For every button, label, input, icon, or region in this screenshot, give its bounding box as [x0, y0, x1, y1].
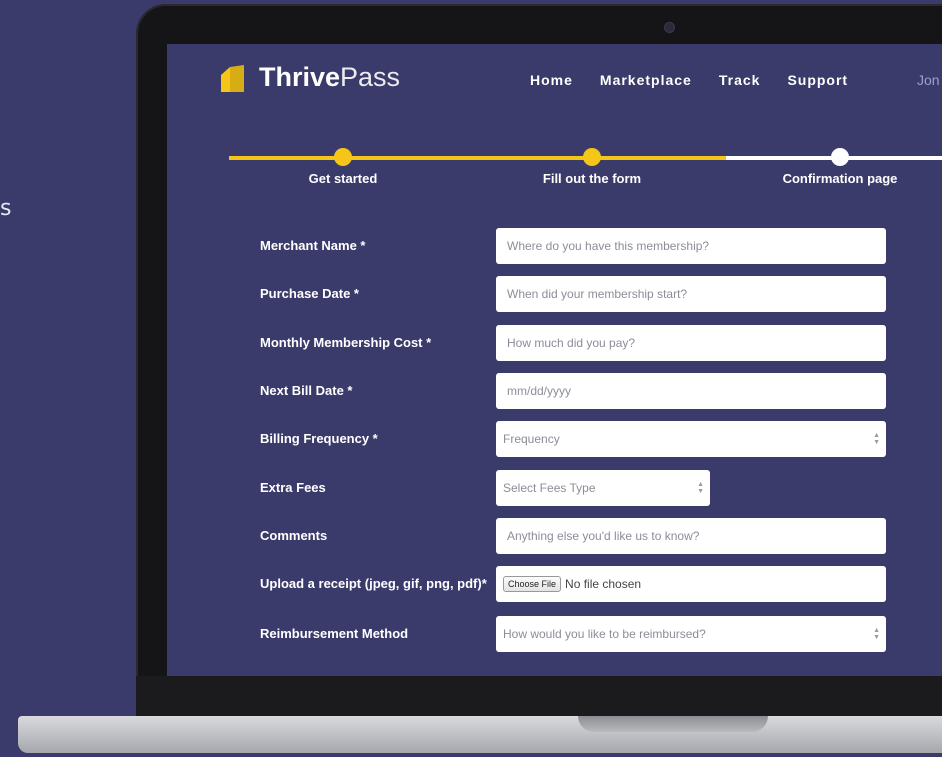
- select-arrows-icon: ▲ ▼: [873, 627, 880, 641]
- cropped-side-text: s: [0, 196, 12, 221]
- nav-support[interactable]: Support: [787, 72, 848, 88]
- merchant-label: Merchant Name *: [260, 238, 366, 253]
- user-menu[interactable]: Jon: [917, 72, 940, 88]
- form-row-purchase-date: Purchase Date * When did your membership…: [167, 276, 942, 312]
- step-dot-get-started: [334, 148, 352, 166]
- step-label-fill-form: Fill out the form: [542, 171, 642, 186]
- billing-frequency-value: Frequency: [503, 432, 560, 446]
- nav-home[interactable]: Home: [530, 72, 573, 88]
- receipt-file-input: Choose File No file chosen: [496, 566, 886, 602]
- purchase-date-label: Purchase Date *: [260, 286, 359, 301]
- main-nav: Home Marketplace Track Support: [530, 72, 875, 88]
- brand-logo[interactable]: Thrive Pass: [217, 62, 400, 93]
- reimbursement-value: How would you like to be reimbursed?: [503, 627, 706, 641]
- building-logo-icon: [221, 64, 244, 92]
- reimbursement-label: Reimbursement Method: [260, 626, 409, 641]
- nav-marketplace[interactable]: Marketplace: [600, 72, 692, 88]
- brand-name-light: Pass: [340, 62, 401, 92]
- billing-frequency-label: Billing Frequency *: [260, 431, 378, 446]
- brand-name-bold: Thrive: [259, 62, 341, 92]
- step-label-confirmation: Confirmation page: [782, 171, 898, 186]
- step-label-get-started: Get started: [308, 171, 378, 186]
- choose-file-button[interactable]: Choose File: [503, 576, 562, 592]
- step-dot-confirmation: [831, 148, 849, 166]
- comments-input[interactable]: Anything else you'd like us to know?: [496, 518, 886, 554]
- monthly-cost-label: Monthly Membership Cost *: [260, 335, 432, 350]
- merchant-name-input[interactable]: Where do you have this membership?: [496, 228, 886, 264]
- form-row-billing-frequency: Billing Frequency * Frequency ▲ ▼: [167, 421, 942, 457]
- extra-fees-value: Select Fees Type: [503, 481, 596, 495]
- next-bill-date-input[interactable]: mm/dd/yyyy: [496, 373, 886, 409]
- laptop-base: [18, 716, 942, 753]
- progress-line-complete: [229, 156, 726, 160]
- form-row-extra-fees: Extra Fees Select Fees Type ▲ ▼: [167, 470, 942, 506]
- camera-icon: [664, 22, 675, 33]
- laptop-screen: Thrive Pass Home Marketplace Track Suppo…: [167, 44, 942, 676]
- purchase-date-input[interactable]: When did your membership start?: [496, 276, 886, 312]
- form-row-reimbursement: Reimbursement Method How would you like …: [167, 616, 942, 652]
- receipt-label: Upload a receipt (jpeg, gif, png, pdf)*: [260, 576, 487, 591]
- select-arrows-icon: ▲ ▼: [873, 432, 880, 446]
- form-row-monthly-cost: Monthly Membership Cost * How much did y…: [167, 325, 942, 361]
- nav-track[interactable]: Track: [719, 72, 761, 88]
- bezel-bottom: [136, 676, 942, 720]
- next-bill-label: Next Bill Date *: [260, 383, 353, 398]
- laptop-hinge-notch: [578, 716, 768, 732]
- extra-fees-label: Extra Fees: [260, 480, 326, 495]
- step-dot-fill-form: [583, 148, 601, 166]
- form-row-receipt: Upload a receipt (jpeg, gif, png, pdf)* …: [167, 566, 942, 602]
- file-status: No file chosen: [565, 577, 642, 591]
- billing-frequency-select[interactable]: Frequency ▲ ▼: [496, 421, 886, 457]
- select-arrows-icon: ▲ ▼: [697, 481, 704, 495]
- form-row-comments: Comments Anything else you'd like us to …: [167, 518, 942, 554]
- comments-label: Comments: [260, 528, 328, 543]
- monthly-cost-input[interactable]: How much did you pay?: [496, 325, 886, 361]
- form-row-next-bill: Next Bill Date * mm/dd/yyyy: [167, 373, 942, 409]
- extra-fees-select[interactable]: Select Fees Type ▲ ▼: [496, 470, 710, 506]
- reimbursement-method-select[interactable]: How would you like to be reimbursed? ▲ ▼: [496, 616, 886, 652]
- form-row-merchant: Merchant Name * Where do you have this m…: [167, 228, 942, 264]
